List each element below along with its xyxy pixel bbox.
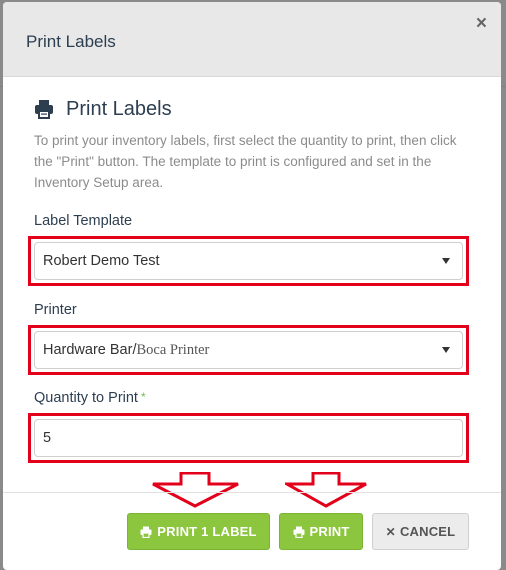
chevron-down-icon (442, 347, 450, 353)
print-labels-modal: Print Labels × Print Labels To print you… (3, 2, 501, 570)
modal-footer: PRINT 1 LABEL PRINT ✕ CANCEL (3, 492, 501, 570)
template-highlight: Robert Demo Test (28, 236, 469, 286)
print-text: PRINT (309, 524, 350, 539)
print-one-label-text: PRINT 1 LABEL (157, 524, 257, 539)
instructions-text: To print your inventory labels, first se… (34, 133, 457, 190)
printer-select[interactable]: Hardware Bar/Boca Printer (34, 331, 463, 369)
printer-value-prefix: Hardware Bar/ (43, 342, 137, 358)
print-button[interactable]: PRINT (279, 513, 363, 550)
quantity-label-text: Quantity to Print (34, 390, 138, 406)
section-heading: Print Labels (34, 97, 472, 121)
required-marker: * (140, 390, 146, 404)
quantity-highlight: 5 (28, 413, 469, 463)
printer-highlight: Hardware Bar/Boca Printer (28, 325, 469, 375)
quantity-value: 5 (43, 430, 52, 446)
quantity-input[interactable]: 5 (34, 419, 463, 457)
template-label: Label Template (34, 213, 133, 229)
template-select[interactable]: Robert Demo Test (34, 242, 463, 280)
printer-icon (293, 526, 304, 538)
cancel-button[interactable]: ✕ CANCEL (372, 513, 469, 550)
printer-icon (140, 526, 152, 538)
close-icon: ✕ (385, 524, 396, 539)
cancel-text: CANCEL (399, 524, 456, 539)
modal-header: Print Labels × (3, 2, 501, 77)
template-value: Robert Demo Test (43, 253, 160, 269)
modal-title: Print Labels (26, 32, 116, 51)
print-one-label-button[interactable]: PRINT 1 LABEL (127, 513, 270, 550)
section-title: Print Labels (66, 97, 172, 120)
close-icon[interactable]: × (476, 14, 487, 33)
modal-body: Print Labels To print your inventory lab… (3, 97, 501, 463)
printer-label: Printer (34, 302, 77, 318)
chevron-down-icon (442, 258, 450, 264)
quantity-label: Quantity to Print * (34, 390, 472, 406)
printer-icon (35, 100, 53, 119)
printer-value-name: Boca Printer (136, 341, 210, 358)
